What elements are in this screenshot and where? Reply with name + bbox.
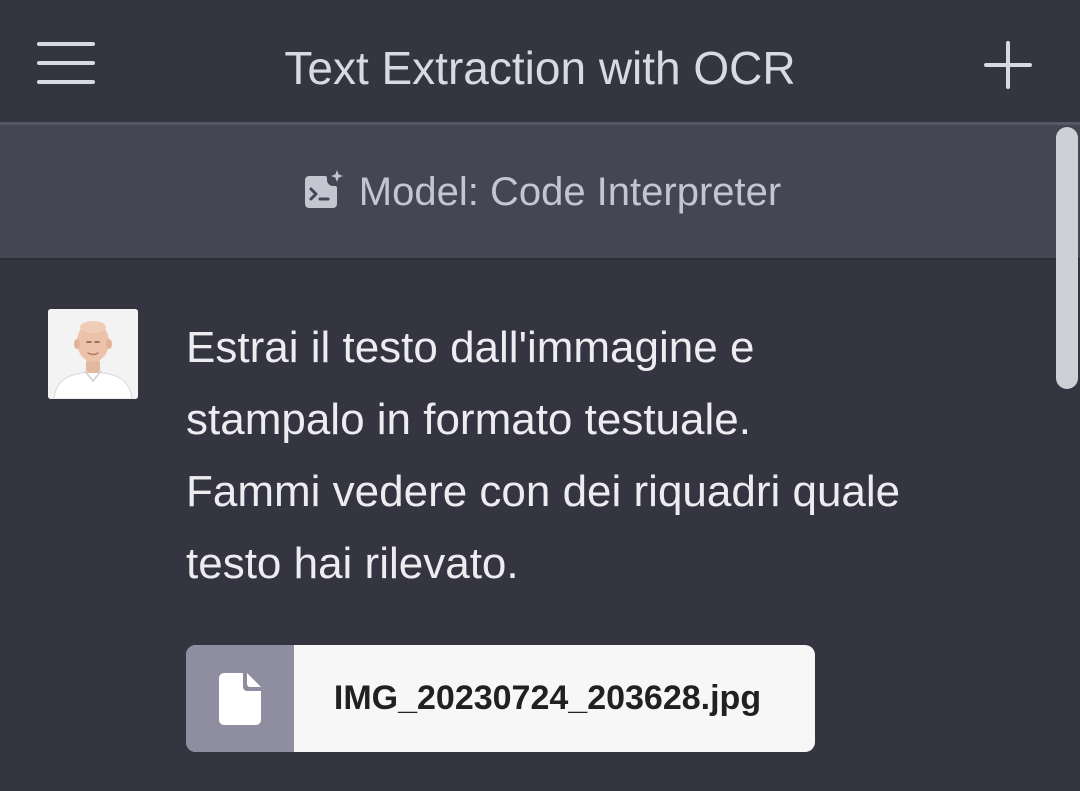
- user-avatar-image: [48, 309, 138, 399]
- attachment-icon-box: [186, 645, 294, 752]
- file-icon: [219, 672, 261, 725]
- file-attachment[interactable]: IMG_20230724_203628.jpg: [186, 645, 815, 752]
- hamburger-menu-icon-line: [37, 61, 95, 65]
- new-chat-button[interactable]: [975, 32, 1041, 98]
- message-line: Estrai il testo dall'immagine e: [186, 323, 755, 372]
- message-line: Fammi vedere con dei riquadri quale: [186, 467, 901, 516]
- app-header: Text Extraction with OCR: [0, 0, 1080, 125]
- code-interpreter-icon: [304, 169, 343, 208]
- model-label: Model: Code Interpreter: [358, 169, 782, 214]
- plus-icon-stroke: [1006, 41, 1010, 89]
- model-banner: Model: Code Interpreter: [0, 125, 1080, 260]
- menu-button[interactable]: [30, 33, 102, 93]
- hamburger-menu-icon: [37, 42, 95, 46]
- scrollbar[interactable]: [1056, 125, 1080, 791]
- user-avatar: [48, 309, 138, 399]
- attachment-filename: IMG_20230724_203628.jpg: [333, 679, 762, 717]
- message-text: Estrai il testo dall'immagine e stampalo…: [186, 312, 1016, 600]
- message-line: testo hai rilevato.: [186, 539, 519, 588]
- conversation-title: Text Extraction with OCR: [284, 42, 796, 94]
- message-line: stampalo in formato testuale.: [186, 395, 751, 444]
- scrollbar-thumb[interactable]: [1056, 127, 1078, 389]
- hamburger-menu-icon-line: [37, 80, 95, 84]
